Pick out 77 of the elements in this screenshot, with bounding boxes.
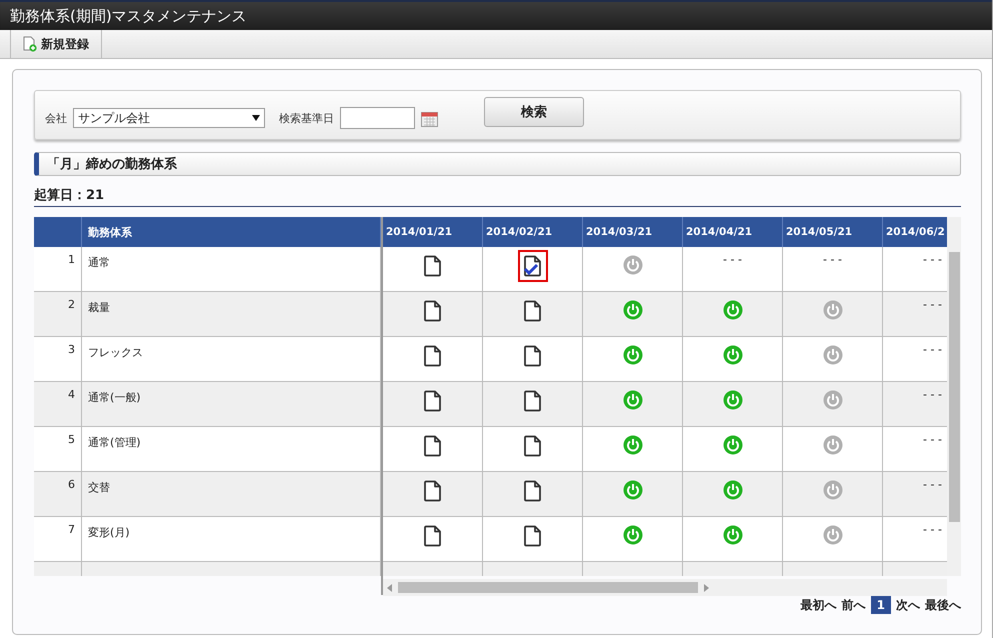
new-register-button[interactable]: 新規登録 xyxy=(10,30,102,58)
power-on-icon[interactable] xyxy=(622,300,642,320)
table-cell: 裁量 xyxy=(82,292,381,336)
power-on-icon[interactable] xyxy=(722,345,742,365)
new-document-icon xyxy=(23,36,37,52)
page-number-button[interactable]: 1 xyxy=(870,596,891,614)
table-cell: 変形(月) xyxy=(82,517,381,561)
document-icon[interactable] xyxy=(524,390,542,412)
document-check-icon[interactable] xyxy=(518,250,548,282)
dropdown-caret-icon xyxy=(252,115,260,121)
previous-page-link[interactable]: 前へ xyxy=(842,596,866,614)
row-number: 5 xyxy=(34,427,82,471)
document-icon[interactable] xyxy=(424,345,442,367)
power-on-icon[interactable] xyxy=(722,435,742,455)
table-cell: 通常 xyxy=(82,247,381,291)
power-off-icon[interactable] xyxy=(822,480,842,500)
document-icon[interactable] xyxy=(524,345,542,367)
document-icon[interactable] xyxy=(524,300,542,322)
window-title: 勤務体系(期間)マスタメンテナンス xyxy=(10,6,247,26)
table-cell: 通常(一般) xyxy=(82,382,381,426)
company-select[interactable]: サンプル会社 xyxy=(73,108,265,128)
document-icon[interactable] xyxy=(524,435,542,457)
document-icon[interactable] xyxy=(424,300,442,322)
document-icon[interactable] xyxy=(424,255,442,277)
power-on-icon[interactable] xyxy=(622,525,642,545)
empty-mark: - - - xyxy=(923,343,942,356)
document-icon[interactable] xyxy=(424,525,442,547)
document-icon[interactable] xyxy=(424,435,442,457)
power-on-icon[interactable] xyxy=(622,435,642,455)
power-off-icon[interactable] xyxy=(622,255,642,275)
empty-mark: - - - xyxy=(923,253,942,266)
table-cell: 交替 xyxy=(82,472,381,516)
empty-mark: - - - xyxy=(923,388,942,401)
power-on-icon[interactable] xyxy=(622,390,642,410)
power-on-icon[interactable] xyxy=(622,345,642,365)
vertical-scrollbar[interactable] xyxy=(947,217,961,576)
document-icon[interactable] xyxy=(424,390,442,412)
empty-mark: - - - xyxy=(823,253,842,266)
empty-mark: - - - xyxy=(923,478,942,491)
start-day-label: 起算日：21 xyxy=(34,186,961,207)
power-on-icon[interactable] xyxy=(722,480,742,500)
row-number: 1 xyxy=(34,247,82,291)
row-number: 4 xyxy=(34,382,82,426)
table-cell: フレックス xyxy=(82,337,381,381)
row-number: 7 xyxy=(34,517,82,561)
document-icon[interactable] xyxy=(524,480,542,502)
power-off-icon[interactable] xyxy=(822,390,842,410)
section-title: 「月」締めの勤務体系 xyxy=(47,156,177,173)
date-label: 検索基準日 xyxy=(279,110,334,126)
date-input[interactable] xyxy=(340,107,415,129)
horizontal-scrollbar[interactable] xyxy=(383,579,947,596)
empty-mark: - - - xyxy=(923,433,942,446)
document-icon[interactable] xyxy=(524,525,542,547)
row-number: 3 xyxy=(34,337,82,381)
empty-mark: - - - xyxy=(923,523,942,536)
first-page-link[interactable]: 最初へ xyxy=(800,596,837,614)
calendar-icon[interactable] xyxy=(421,110,438,126)
table-cell: 通常(管理) xyxy=(82,427,381,471)
power-off-icon[interactable] xyxy=(822,435,842,455)
search-button[interactable]: 検索 xyxy=(484,97,584,127)
company-label: 会社 xyxy=(45,110,67,126)
power-off-icon[interactable] xyxy=(822,300,842,320)
row-number: 6 xyxy=(34,472,82,516)
row-number: 2 xyxy=(34,292,82,336)
next-page-link[interactable]: 次へ xyxy=(896,596,920,614)
empty-mark: - - - xyxy=(723,253,742,266)
empty-mark: - - - xyxy=(923,298,942,311)
power-off-icon[interactable] xyxy=(822,345,842,365)
power-on-icon[interactable] xyxy=(622,480,642,500)
last-page-link[interactable]: 最後へ xyxy=(925,596,961,614)
scroll-right-icon[interactable] xyxy=(704,584,709,592)
scroll-left-icon[interactable] xyxy=(387,584,392,592)
power-off-icon[interactable] xyxy=(822,525,842,545)
document-icon[interactable] xyxy=(424,480,442,502)
power-on-icon[interactable] xyxy=(722,525,742,545)
power-on-icon[interactable] xyxy=(722,300,742,320)
power-on-icon[interactable] xyxy=(722,390,742,410)
